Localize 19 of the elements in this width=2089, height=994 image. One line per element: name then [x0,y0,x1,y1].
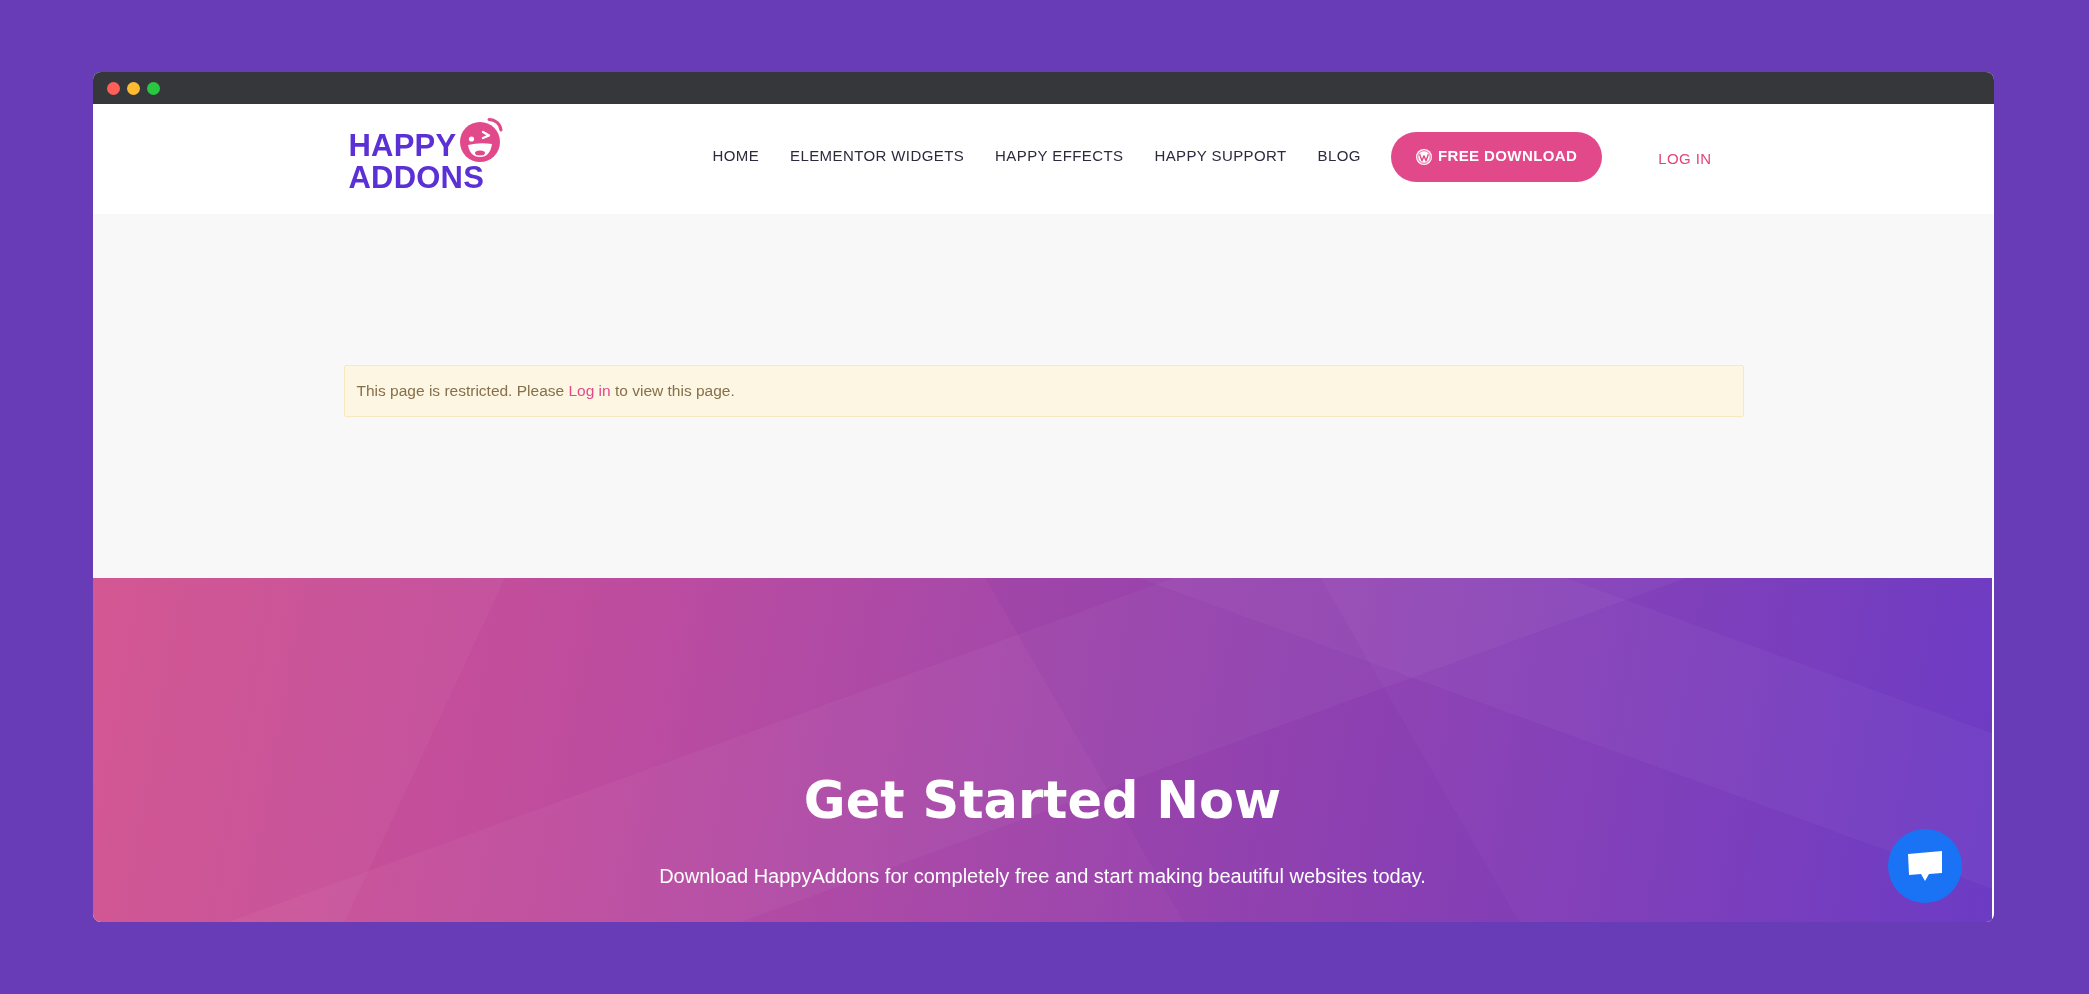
window-dot-icon[interactable] [107,81,120,95]
circle-logo-icon [1415,148,1432,165]
nav-link[interactable]: HOME [712,145,760,168]
free-download-button[interactable]: FREE DOWNLOAD [1390,131,1603,182]
restricted-notice: This page is restricted. Please Log in to view this page. [356,381,735,402]
logo-text: HAPPY [348,130,457,163]
winking-face-icon [459,116,504,163]
cta-subtitle: Download HappyAddons for completely free and start making beautiful websites today. [659,863,1426,889]
nav-link[interactable]: HAPPY EFFECTS [995,145,1124,168]
window-dot-icon[interactable] [127,81,140,95]
login-link[interactable]: LOG IN [1658,147,1712,171]
nav-link[interactable]: ELEMENTOR WIDGETS [790,145,965,168]
window-dot-icon[interactable] [147,81,160,95]
cta-heading: Get Started Now [803,772,1282,831]
chat-bubble-icon [1907,850,1943,882]
nav-link[interactable]: HAPPY SUPPORT [1154,145,1287,168]
nav-link[interactable]: BLOG [1317,145,1361,168]
login-link[interactable]: Log in [568,382,611,400]
logo-text: ADDONS [348,162,486,193]
